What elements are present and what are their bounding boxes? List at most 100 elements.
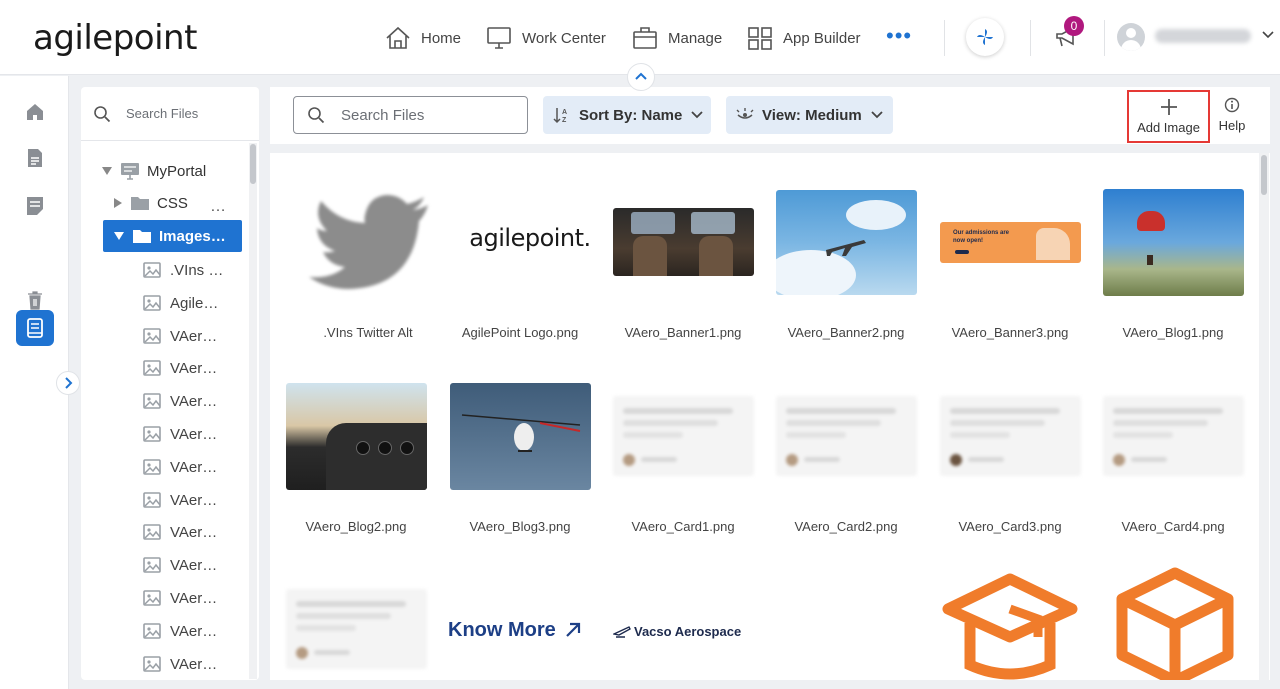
collapse-header-button[interactable] [627, 63, 655, 91]
folder-icon [133, 230, 151, 243]
tree-file-label: VAer… [170, 327, 218, 345]
image-file-icon [143, 623, 161, 639]
skydiver [1147, 255, 1153, 265]
chevron-down-icon[interactable] [1262, 30, 1274, 40]
image-thumb[interactable] [450, 383, 591, 490]
main-search-box [293, 96, 528, 134]
cloud [846, 200, 906, 230]
more-menu-icon[interactable]: ••• [886, 25, 912, 47]
agilepoint-logo[interactable]: agilepoint [33, 18, 197, 58]
rail-trash[interactable] [23, 288, 47, 312]
tree-file-item[interactable]: VAer… [143, 358, 217, 378]
file-tree-panel: MyPortal CSS … Images… .VIns … Agile… VAer… [81, 87, 259, 680]
plus-icon [1160, 99, 1177, 115]
image-caption: .VIns Twitter Alt [323, 325, 413, 340]
tree-search-input[interactable] [126, 106, 246, 121]
tree-file-item[interactable]: Agile… [143, 293, 218, 313]
main-search-input[interactable] [341, 106, 511, 124]
image-file-icon [143, 262, 161, 278]
image-thumb[interactable] [293, 183, 443, 293]
nav-manage[interactable]: Manage [632, 24, 722, 52]
tree-file-item[interactable]: .VIns … [143, 260, 223, 280]
tree-scrollbar-thumb[interactable] [250, 144, 256, 184]
tree-file-label: VAer… [170, 589, 218, 607]
tree-file-item[interactable]: VAer… [143, 654, 217, 674]
image-file-icon [143, 590, 161, 606]
caret-down-icon [114, 232, 124, 240]
add-image-button[interactable]: Add Image [1127, 90, 1210, 143]
grid-scrollbar-thumb[interactable] [1261, 155, 1267, 195]
image-thumb[interactable]: agilepoint. [455, 208, 605, 268]
add-image-label: Add Image [1137, 120, 1200, 135]
book-icon [27, 318, 43, 338]
image-file-icon [143, 459, 161, 475]
tree-file-item[interactable]: VAer… [143, 457, 217, 477]
image-thumb[interactable]: Know More [448, 615, 593, 645]
briefcase-icon [633, 27, 657, 49]
agilepoint-ai-button[interactable] [966, 18, 1004, 56]
image-thumb[interactable]: Our admissions are now open! [940, 222, 1081, 263]
image-thumb[interactable] [613, 396, 754, 476]
grid-scrollbar[interactable] [1259, 153, 1269, 680]
image-thumb[interactable] [1112, 565, 1238, 680]
tree-file-label: VAer… [170, 359, 218, 377]
image-thumb[interactable] [942, 571, 1078, 680]
sort-az-icon: AZ [553, 108, 567, 124]
image-thumb[interactable] [286, 383, 427, 490]
image-thumb[interactable] [613, 208, 754, 276]
tree-file-item[interactable]: VAer… [143, 555, 217, 575]
header-divider [944, 20, 945, 56]
tree-scrollbar[interactable] [249, 143, 257, 679]
image-file-icon [143, 524, 161, 540]
nav-home[interactable]: Home [385, 24, 461, 52]
tree-file-item[interactable]: VAer… [143, 326, 217, 346]
image-thumb[interactable] [1103, 396, 1244, 476]
tree-file-item[interactable]: VAer… [143, 490, 217, 510]
user-avatar[interactable] [1117, 23, 1145, 51]
nav-app-builder[interactable]: App Builder [747, 24, 861, 52]
image-file-icon [143, 426, 161, 442]
caret-right-icon [114, 198, 122, 208]
rail-forms[interactable] [23, 194, 47, 218]
vasco-aerospace-text: Vacso Aerospace [634, 623, 742, 639]
expand-rail-button[interactable] [56, 371, 80, 395]
user-name-blurred[interactable] [1155, 29, 1251, 43]
search-icon [94, 105, 111, 122]
tree-file-label: VAer… [170, 491, 218, 509]
tree-file-item[interactable]: VAer… [143, 588, 217, 608]
image-thumb[interactable] [1103, 189, 1244, 296]
nav-home-label: Home [421, 29, 462, 47]
tree-file-item[interactable]: VAer… [143, 424, 217, 444]
tree-file-item[interactable]: VAer… [143, 391, 217, 411]
view-dropdown[interactable]: View: Medium [726, 96, 893, 134]
tree-root-myportal[interactable]: MyPortal [102, 158, 206, 184]
header-divider [1104, 20, 1105, 56]
cockpit-window-right [691, 212, 735, 234]
image-thumb[interactable] [776, 396, 917, 476]
main-toolbar: AZ Sort By: Name View: Medium Add Image … [270, 87, 1270, 144]
tree-file-item[interactable]: VAer… [143, 621, 217, 641]
image-caption: VAero_Blog3.png [469, 519, 571, 534]
image-thumb[interactable] [776, 190, 917, 295]
help-button[interactable]: Help [1218, 97, 1246, 133]
trash-icon [28, 291, 42, 310]
nav-work-center[interactable]: Work Center [486, 24, 606, 52]
rail-home[interactable] [23, 100, 47, 124]
folder-more-icon[interactable]: … [210, 198, 227, 216]
view-label: View: Medium [762, 106, 862, 124]
tree-file-item[interactable]: VAer… [143, 522, 217, 542]
image-caption: VAero_Card4.png [1121, 519, 1225, 534]
image-thumb[interactable] [940, 396, 1081, 476]
rail-documents[interactable] [23, 146, 47, 170]
rail-resources-active[interactable] [16, 310, 54, 346]
tree-search-box [81, 87, 259, 141]
banner-headline: Our admissions are now open! [953, 230, 1010, 244]
chevron-down-icon [691, 111, 703, 119]
tree-root-label: MyPortal [147, 162, 207, 180]
tree-folder-images[interactable]: Images… [114, 223, 226, 249]
sort-dropdown[interactable]: AZ Sort By: Name [543, 96, 711, 134]
tree-folder-css[interactable]: CSS [114, 190, 188, 216]
image-thumb[interactable]: Vacso Aerospace [613, 619, 758, 643]
image-thumb[interactable] [286, 589, 427, 669]
chevron-right-icon [65, 377, 73, 389]
